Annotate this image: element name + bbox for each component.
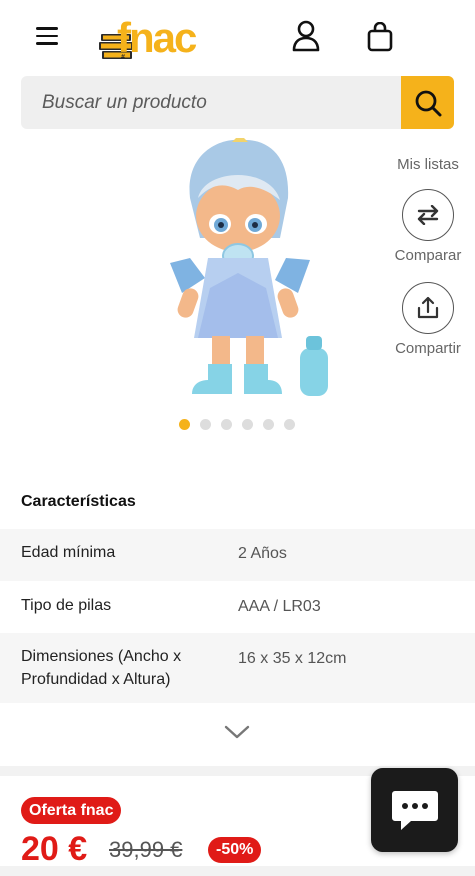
search-button[interactable] (401, 76, 454, 129)
share-action[interactable]: Compartir (383, 282, 473, 357)
gallery-dot[interactable] (242, 419, 253, 430)
chat-icon (391, 791, 438, 830)
gallery-dot[interactable] (221, 419, 232, 430)
compare-action[interactable]: Comparar (383, 189, 473, 264)
svg-text:fnac: fnac (117, 14, 197, 61)
header: # fnac (0, 0, 475, 74)
spec-key: Dimensiones (Ancho x Profundidad x Altur… (21, 648, 182, 688)
menu-icon[interactable] (36, 27, 58, 45)
specs-title: Características (21, 493, 136, 510)
fnac-logo[interactable]: # fnac (99, 12, 241, 62)
chevron-down-icon[interactable] (223, 722, 251, 742)
spec-value: 16 x 35 x 12cm (238, 650, 347, 667)
current-price: 20 € (21, 830, 88, 868)
spec-row: Dimensiones (Ancho x Profundidad x Altur… (0, 633, 475, 703)
search-bar (21, 76, 454, 129)
compare-icon (417, 205, 439, 225)
user-icon[interactable] (291, 20, 321, 52)
bag-icon[interactable] (366, 22, 394, 52)
gallery-dot[interactable] (284, 419, 295, 430)
spec-value: AAA / LR03 (238, 598, 321, 615)
discount-badge: -50% (208, 837, 262, 863)
my-lists-label: Mis listas (397, 156, 459, 173)
old-price: 39,99 € (109, 837, 183, 862)
spec-key: Edad mínima (21, 544, 116, 561)
share-button[interactable] (402, 282, 454, 334)
search-icon (415, 90, 441, 116)
product-image[interactable] (160, 138, 340, 400)
gallery-pagination (179, 419, 295, 430)
spec-value: 2 Años (238, 545, 287, 562)
gallery-dot[interactable] (200, 419, 211, 430)
spec-row: Edad mínima 2 Años (0, 529, 475, 581)
share-icon (417, 296, 439, 319)
search-input[interactable] (21, 76, 401, 129)
my-lists-action[interactable]: Mis listas (383, 150, 473, 173)
share-label: Compartir (395, 340, 461, 357)
spec-row: Tipo de pilas AAA / LR03 (0, 581, 475, 633)
gallery-dot[interactable] (179, 419, 190, 430)
spec-key: Tipo de pilas (21, 597, 112, 614)
offer-badge: Oferta fnac (21, 797, 122, 824)
bottom-bar (0, 866, 475, 876)
chat-button[interactable] (371, 768, 458, 852)
compare-button[interactable] (402, 189, 454, 241)
compare-label: Comparar (394, 247, 462, 264)
gallery-dot[interactable] (263, 419, 274, 430)
